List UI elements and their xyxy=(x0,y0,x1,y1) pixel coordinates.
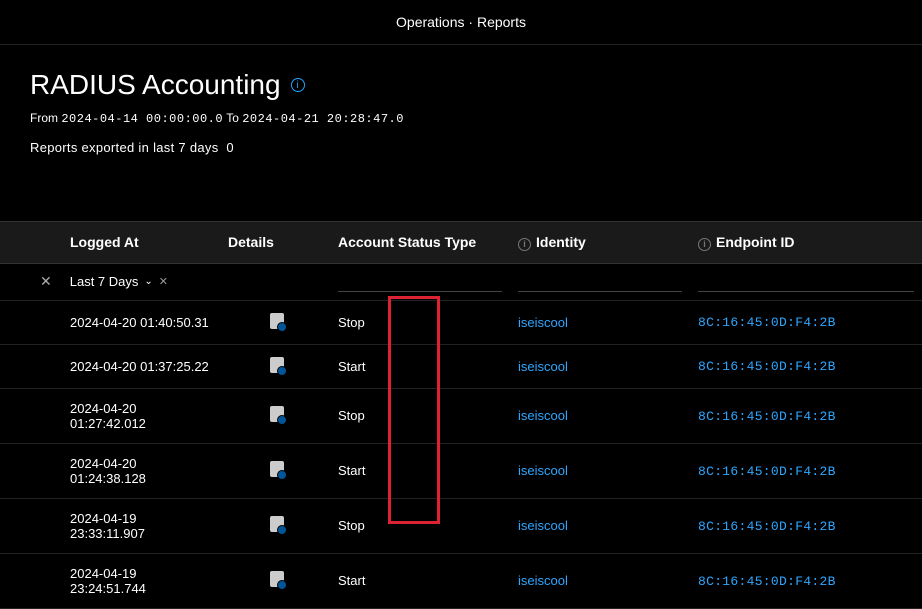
info-icon: i xyxy=(518,238,531,251)
breadcrumb-sep: · xyxy=(468,14,473,30)
endpoint-link[interactable]: 8C:16:45:0D:F4:2B xyxy=(698,519,836,534)
identity-link[interactable]: iseiscool xyxy=(518,463,568,478)
col-status[interactable]: Account Status Type xyxy=(330,222,510,264)
identity-cell: iseiscool xyxy=(510,388,690,443)
identity-cell: iseiscool xyxy=(510,300,690,344)
details-icon[interactable] xyxy=(270,516,284,532)
details-icon[interactable] xyxy=(270,406,284,422)
table-row: 2024-04-20 01:24:38.128 Start iseiscool 8C:… xyxy=(0,443,922,498)
table-header-row: Logged At Details Account Status Type iI… xyxy=(0,222,922,264)
range-from-label: From xyxy=(30,111,61,125)
status-cell: Start xyxy=(330,443,510,498)
details-cell xyxy=(220,388,330,443)
endpoint-cell: 8C:16:45:0D:F4:2B xyxy=(690,498,922,553)
logged-at-cell: 2024-04-20 01:27:42.012 xyxy=(0,388,220,443)
endpoint-filter-input[interactable] xyxy=(698,272,914,292)
identity-link[interactable]: iseiscool xyxy=(518,518,568,533)
filter-row: ✕ Last 7 Days ⌄ ✕ xyxy=(0,263,922,300)
endpoint-cell: 8C:16:45:0D:F4:2B xyxy=(690,443,922,498)
col-logged-at[interactable]: Logged At xyxy=(0,222,220,264)
details-icon[interactable] xyxy=(270,357,284,373)
endpoint-cell: 8C:16:45:0D:F4:2B xyxy=(690,553,922,608)
details-cell xyxy=(220,443,330,498)
col-details[interactable]: Details xyxy=(220,222,330,264)
identity-cell: iseiscool xyxy=(510,344,690,388)
details-icon[interactable] xyxy=(270,461,284,477)
page-title-text: RADIUS Accounting xyxy=(30,69,281,101)
breadcrumb-reports[interactable]: Reports xyxy=(477,14,526,30)
details-cell xyxy=(220,300,330,344)
identity-cell: iseiscool xyxy=(510,443,690,498)
endpoint-link[interactable]: 8C:16:45:0D:F4:2B xyxy=(698,574,836,589)
breadcrumb: Operations · Reports xyxy=(0,0,922,45)
page-title: RADIUS Accounting i xyxy=(30,69,892,101)
logged-at-cell: 2024-04-20 01:37:25.22 xyxy=(0,344,220,388)
endpoint-link[interactable]: 8C:16:45:0D:F4:2B xyxy=(698,315,836,330)
chevron-down-icon: ⌄ xyxy=(144,276,152,287)
breadcrumb-operations[interactable]: Operations xyxy=(396,14,464,30)
details-icon[interactable] xyxy=(270,571,284,587)
identity-cell: iseiscool xyxy=(510,553,690,608)
col-endpoint-label: Endpoint ID xyxy=(716,234,795,250)
table-row: 2024-04-20 01:37:25.22 Start iseiscool 8C:1… xyxy=(0,344,922,388)
table-row: 2024-04-19 23:33:11.907 Stop iseiscool 8C:1… xyxy=(0,498,922,553)
range-from-value: 2024-04-14 00:00:00.0 xyxy=(61,112,223,126)
col-identity-label: Identity xyxy=(536,234,586,250)
endpoint-link[interactable]: 8C:16:45:0D:F4:2B xyxy=(698,409,836,424)
range-to-value: 2024-04-21 20:28:47.0 xyxy=(242,112,404,126)
identity-link[interactable]: iseiscool xyxy=(518,359,568,374)
table-row: 2024-04-19 23:24:51.744 Start iseiscool 8C:… xyxy=(0,553,922,608)
status-cell: Stop xyxy=(330,300,510,344)
endpoint-link[interactable]: 8C:16:45:0D:F4:2B xyxy=(698,464,836,479)
identity-cell: iseiscool xyxy=(510,498,690,553)
identity-link[interactable]: iseiscool xyxy=(518,315,568,330)
range-to-label: To xyxy=(223,111,242,125)
endpoint-link[interactable]: 8C:16:45:0D:F4:2B xyxy=(698,359,836,374)
exported-count: 0 xyxy=(226,140,234,155)
endpoint-cell: 8C:16:45:0D:F4:2B xyxy=(690,388,922,443)
identity-filter-input[interactable] xyxy=(518,272,682,292)
logged-at-cell: 2024-04-19 23:33:11.907 xyxy=(0,498,220,553)
info-icon: i xyxy=(698,238,711,251)
clear-date-icon[interactable]: ✕ xyxy=(159,275,168,288)
details-cell xyxy=(220,344,330,388)
status-cell: Start xyxy=(330,344,510,388)
details-icon[interactable] xyxy=(270,313,284,329)
status-cell: Stop xyxy=(330,388,510,443)
accounting-table: Logged At Details Account Status Type iI… xyxy=(0,221,922,609)
logged-at-cell: 2024-04-20 01:24:38.128 xyxy=(0,443,220,498)
status-filter-input[interactable] xyxy=(338,272,502,292)
logged-at-cell: 2024-04-19 23:24:51.744 xyxy=(0,553,220,608)
date-range: From 2024-04-14 00:00:00.0 To 2024-04-21… xyxy=(30,111,892,126)
exported-label: Reports exported in last 7 days xyxy=(30,140,219,155)
logged-at-cell: 2024-04-20 01:40:50.31 xyxy=(0,300,220,344)
identity-link[interactable]: iseiscool xyxy=(518,408,568,423)
exported-summary: Reports exported in last 7 days 0 xyxy=(30,140,892,155)
info-icon[interactable]: i xyxy=(291,78,305,92)
table-row: 2024-04-20 01:40:50.31 Stop iseiscool 8C:16… xyxy=(0,300,922,344)
col-identity[interactable]: i Identity xyxy=(510,222,690,264)
endpoint-cell: 8C:16:45:0D:F4:2B xyxy=(690,300,922,344)
col-endpoint[interactable]: i Endpoint ID xyxy=(690,222,922,264)
date-range-value: Last 7 Days xyxy=(70,274,139,289)
status-cell: Stop xyxy=(330,498,510,553)
table-row: 2024-04-20 01:27:42.012 Stop iseiscool 8C:1… xyxy=(0,388,922,443)
endpoint-cell: 8C:16:45:0D:F4:2B xyxy=(690,344,922,388)
status-cell: Start xyxy=(330,553,510,608)
date-range-dropdown[interactable]: Last 7 Days ⌄ ✕ xyxy=(70,274,168,289)
details-cell xyxy=(220,498,330,553)
clear-filters-icon[interactable]: ✕ xyxy=(40,273,52,290)
details-cell xyxy=(220,553,330,608)
identity-link[interactable]: iseiscool xyxy=(518,573,568,588)
